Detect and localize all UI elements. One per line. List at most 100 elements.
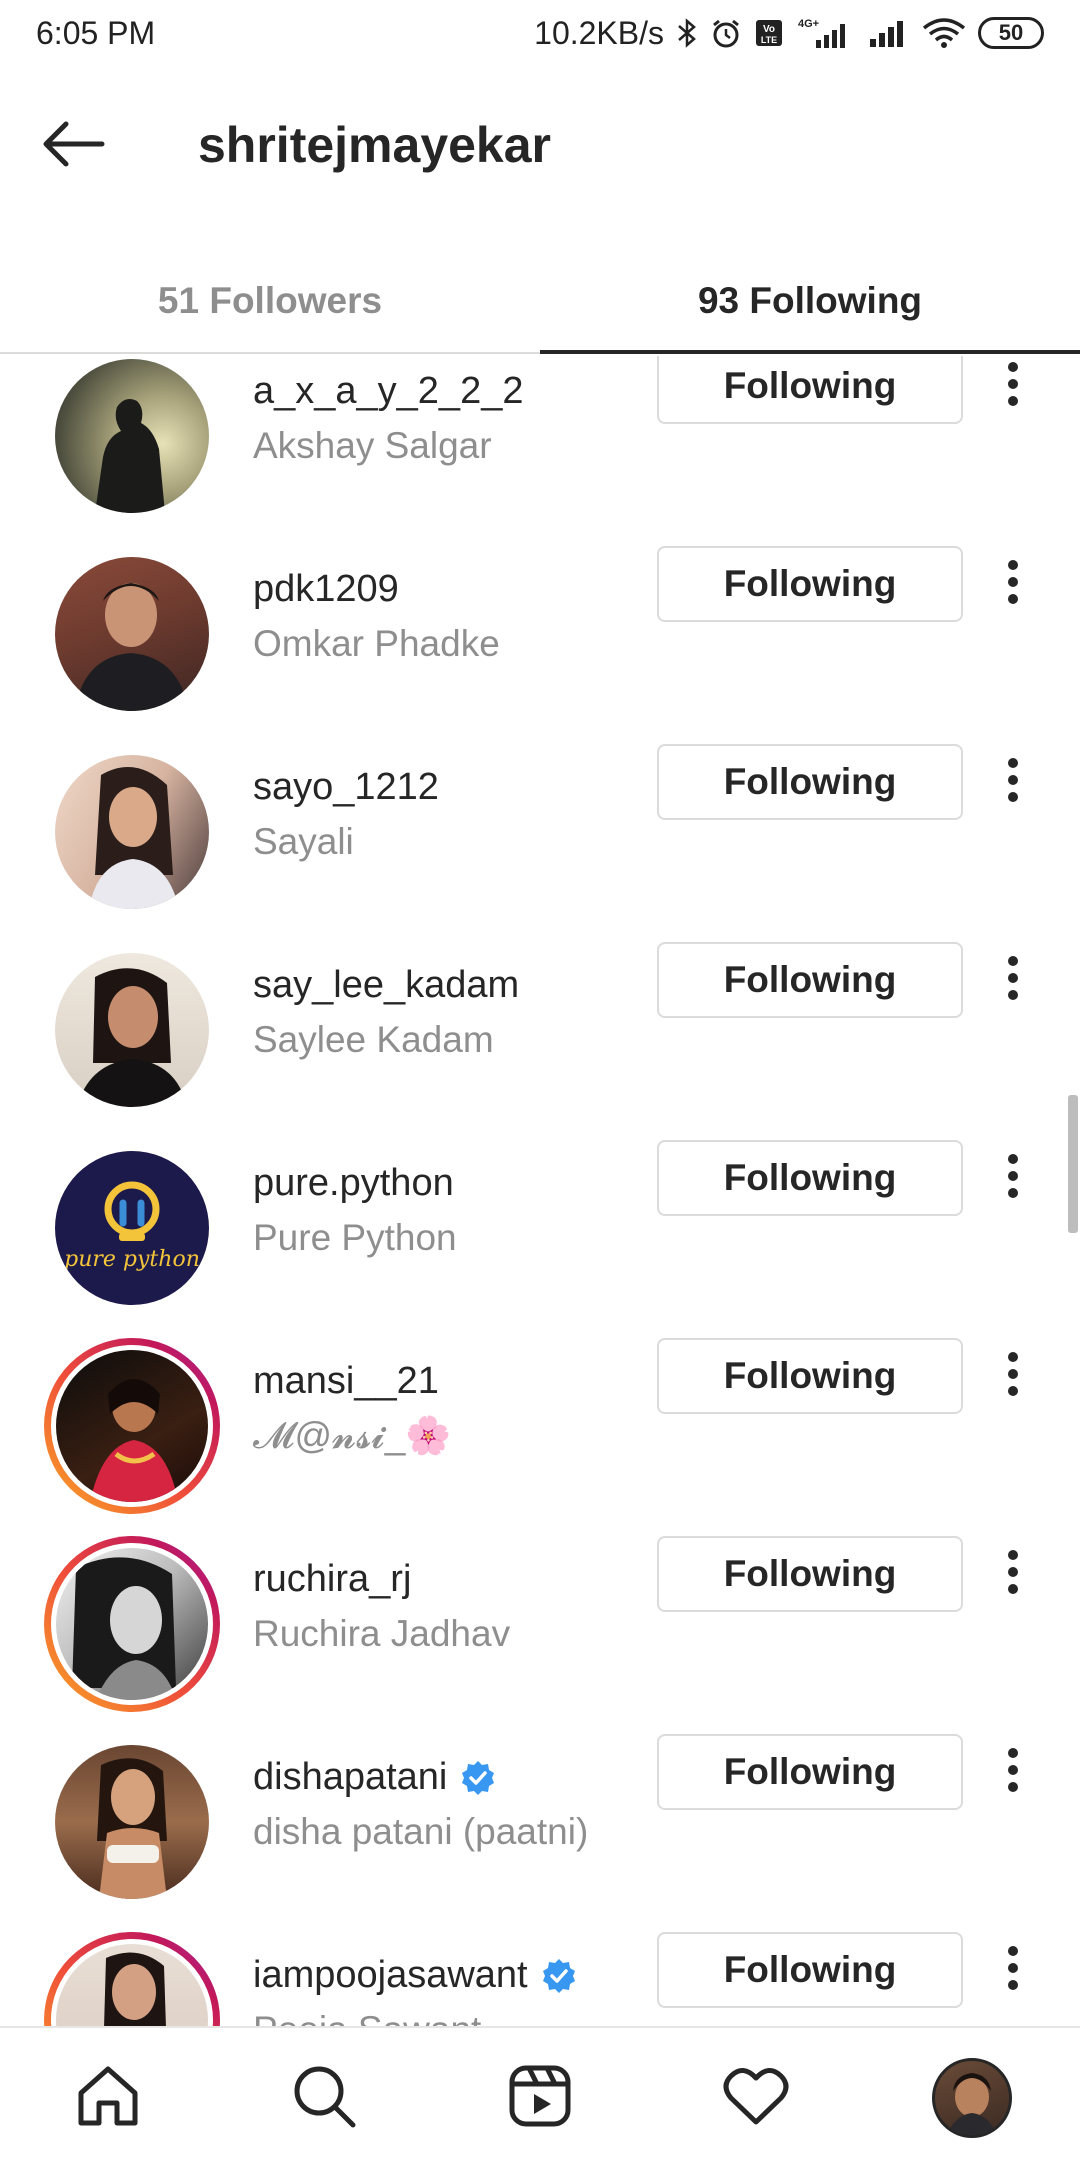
- full-name: Pooja Sawant: [253, 2009, 481, 2026]
- more-vertical-icon: [1007, 955, 1019, 1006]
- more-options-button[interactable]: [990, 1140, 1036, 1216]
- list-item[interactable]: mansi__21 𝓜@𝓷𝓼𝓲_🌸 Following: [0, 1314, 1080, 1514]
- verified-badge-icon: [459, 1759, 497, 1797]
- username[interactable]: dishapatani: [253, 1756, 497, 1799]
- list-item[interactable]: pdk1209 Omkar Phadke Following: [0, 522, 1080, 720]
- avatar[interactable]: [44, 356, 220, 524]
- more-options-button[interactable]: [990, 1932, 1036, 2008]
- status-icons: 10.2KB/s Vo LTE 4G+ 50: [534, 15, 1044, 52]
- nav-home[interactable]: [68, 2058, 148, 2138]
- avatar-story-ring[interactable]: [44, 1536, 220, 1712]
- more-vertical-icon: [1007, 1549, 1019, 1600]
- status-bar: 6:05 PM 10.2KB/s Vo LTE 4G+ 50: [0, 0, 1080, 66]
- more-options-button[interactable]: [990, 1536, 1036, 1612]
- heart-icon: [723, 2066, 789, 2131]
- full-name: Sayali: [253, 821, 354, 862]
- username[interactable]: say_lee_kadam: [253, 964, 519, 1007]
- list-item[interactable]: pure python pure.python Pure Python Foll…: [0, 1116, 1080, 1314]
- nav-reels[interactable]: [500, 2058, 580, 2138]
- back-button[interactable]: [40, 118, 110, 174]
- alarm-icon: [710, 17, 742, 49]
- full-name: Pure Python: [253, 1217, 457, 1258]
- nav-search[interactable]: [284, 2058, 364, 2138]
- avatar[interactable]: [44, 942, 220, 1118]
- wifi-icon: [922, 17, 966, 49]
- following-list: a_x_a_y_2_2_2 Akshay Salgar Following pd…: [0, 356, 1080, 2026]
- home-icon: [75, 2063, 141, 2134]
- search-icon: [291, 2063, 357, 2134]
- screen: 6:05 PM 10.2KB/s Vo LTE 4G+ 50 shritejma…: [0, 0, 1080, 2160]
- username[interactable]: ruchira_rj: [253, 1558, 411, 1601]
- pure-python-logo-text: pure python: [64, 1247, 200, 1272]
- svg-text:LTE: LTE: [761, 35, 777, 45]
- avatar[interactable]: [44, 744, 220, 920]
- scrollbar[interactable]: [1068, 1095, 1078, 1233]
- avatar-story-ring[interactable]: [44, 1932, 220, 2026]
- nav-profile[interactable]: [932, 2058, 1012, 2138]
- following-button[interactable]: Following: [657, 1932, 963, 2008]
- more-vertical-icon: [1007, 1945, 1019, 1996]
- username[interactable]: iampoojasawant: [253, 1954, 578, 1997]
- full-name: Ruchira Jadhav: [253, 1613, 511, 1654]
- signal-4g-icon: 4G+: [796, 16, 856, 50]
- status-time: 6:05 PM: [36, 14, 156, 51]
- following-button[interactable]: Following: [657, 744, 963, 820]
- avatar[interactable]: pure python: [44, 1140, 220, 1316]
- avatar-story-ring[interactable]: [44, 1338, 220, 1514]
- list-item[interactable]: sayo_1212 Sayali Following: [0, 720, 1080, 918]
- profile-avatar: [932, 2058, 1012, 2138]
- list-item[interactable]: iampoojasawant Pooja Sawant Following: [0, 1908, 1080, 2026]
- tab-followers[interactable]: 51 Followers: [0, 250, 540, 352]
- more-options-button[interactable]: [990, 942, 1036, 1018]
- tab-following[interactable]: 93 Following: [540, 250, 1080, 354]
- more-options-button[interactable]: [990, 744, 1036, 820]
- network-speed: 10.2KB/s: [534, 14, 664, 51]
- username[interactable]: a_x_a_y_2_2_2: [253, 370, 523, 413]
- following-button[interactable]: Following: [657, 1536, 963, 1612]
- more-vertical-icon: [1007, 1153, 1019, 1204]
- verified-badge-icon: [540, 1957, 578, 1995]
- full-name: 𝓜@𝓷𝓼𝓲_🌸: [253, 1415, 452, 1456]
- tabs: 51 Followers 93 Following: [0, 250, 1080, 354]
- username[interactable]: mansi__21: [253, 1360, 439, 1403]
- more-vertical-icon: [1007, 559, 1019, 610]
- svg-text:Vo: Vo: [763, 24, 775, 35]
- bottom-nav: [0, 2026, 1080, 2160]
- more-vertical-icon: [1007, 1747, 1019, 1798]
- following-button[interactable]: Following: [657, 1338, 963, 1414]
- more-vertical-icon: [1007, 1351, 1019, 1402]
- username[interactable]: sayo_1212: [253, 766, 439, 809]
- more-vertical-icon: [1007, 361, 1019, 412]
- avatar[interactable]: [44, 546, 220, 722]
- battery-indicator: 50: [978, 17, 1044, 49]
- list-item[interactable]: say_lee_kadam Saylee Kadam Following: [0, 918, 1080, 1116]
- full-name: Saylee Kadam: [253, 1019, 494, 1060]
- signal-icon: [868, 17, 910, 49]
- full-name: Akshay Salgar: [253, 425, 492, 466]
- list-item[interactable]: dishapatani disha patani (paatni) Follow…: [0, 1710, 1080, 1908]
- list-item[interactable]: a_x_a_y_2_2_2 Akshay Salgar Following: [0, 356, 1080, 522]
- svg-text:4G+: 4G+: [798, 18, 819, 30]
- volte-icon: Vo LTE: [754, 18, 784, 48]
- avatar[interactable]: [44, 1734, 220, 1910]
- page-title: shritejmayekar: [198, 117, 552, 173]
- more-options-button[interactable]: [990, 1734, 1036, 1810]
- following-button[interactable]: Following: [657, 942, 963, 1018]
- more-options-button[interactable]: [990, 546, 1036, 622]
- following-button[interactable]: Following: [657, 1140, 963, 1216]
- header: shritejmayekar: [0, 100, 1080, 190]
- nav-activity[interactable]: [716, 2058, 796, 2138]
- username[interactable]: pdk1209: [253, 568, 399, 611]
- more-options-button[interactable]: [990, 356, 1036, 424]
- more-vertical-icon: [1007, 757, 1019, 808]
- following-button[interactable]: Following: [657, 1734, 963, 1810]
- bluetooth-icon: [676, 17, 698, 49]
- full-name: disha patani (paatni): [253, 1811, 589, 1852]
- following-button[interactable]: Following: [657, 356, 963, 424]
- list-item[interactable]: ruchira_rj Ruchira Jadhav Following: [0, 1512, 1080, 1712]
- arrow-left-icon: [40, 119, 106, 174]
- following-button[interactable]: Following: [657, 546, 963, 622]
- more-options-button[interactable]: [990, 1338, 1036, 1414]
- reels-icon: [507, 2063, 573, 2134]
- username[interactable]: pure.python: [253, 1162, 454, 1205]
